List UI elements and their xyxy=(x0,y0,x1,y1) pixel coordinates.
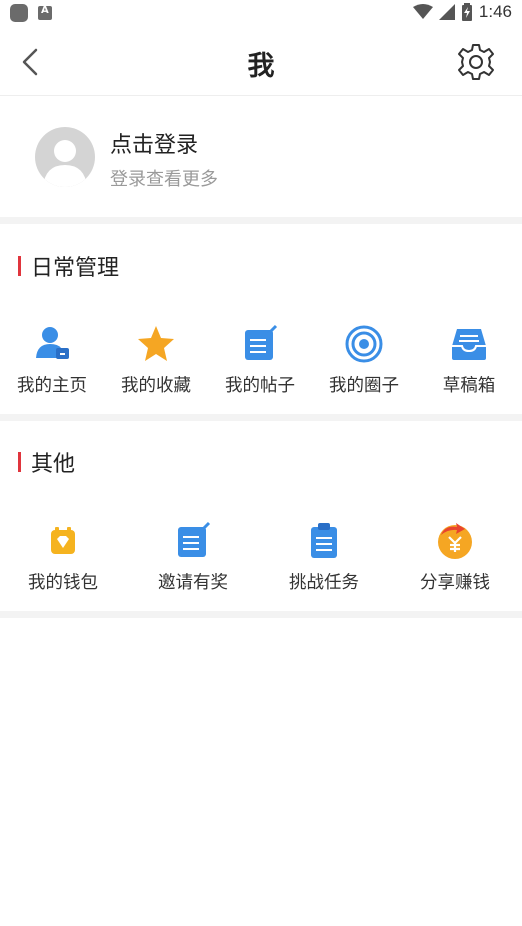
other-grid: 我的钱包 邀请有奖 挑战任务 分享赚钱 xyxy=(0,521,522,594)
status-time: 1:46 xyxy=(478,2,512,21)
a-letter-icon: A xyxy=(38,5,52,20)
section-divider xyxy=(0,217,522,224)
section-title: 日常管理 xyxy=(31,256,120,281)
login-subtitle: 登录查看更多 xyxy=(110,169,218,190)
user-home-icon xyxy=(36,327,69,359)
menu-item-drafts[interactable]: 草稿箱 xyxy=(416,324,522,397)
gear-icon[interactable] xyxy=(456,42,496,82)
menu-item-label: 我的圈子 xyxy=(329,376,399,396)
status-bar: A 1:46 xyxy=(0,0,522,28)
page-title: 我 xyxy=(247,51,275,82)
section-accent-bar xyxy=(18,452,21,472)
drafts-box-icon xyxy=(452,329,486,360)
login-title[interactable]: 点击登录 xyxy=(110,127,198,159)
post-edit-icon xyxy=(245,324,278,360)
wifi-icon xyxy=(412,4,433,19)
signal-icon xyxy=(438,4,455,20)
menu-item-label: 我的帖子 xyxy=(225,376,295,396)
star-icon xyxy=(138,326,174,361)
menu-item-my-circles[interactable]: 我的圈子 xyxy=(312,324,416,397)
menu-item-my-favorites[interactable]: 我的收藏 xyxy=(104,324,208,397)
menu-item-invite-reward[interactable]: 邀请有奖 xyxy=(126,521,260,594)
battery-icon xyxy=(461,3,472,21)
menu-item-label: 邀请有奖 xyxy=(158,573,228,593)
menu-item-label: 草稿箱 xyxy=(442,376,496,396)
section-title: 其他 xyxy=(31,452,76,477)
menu-item-my-posts[interactable]: 我的帖子 xyxy=(208,324,312,397)
clipboard-task-icon xyxy=(311,523,337,558)
section-header: 日常管理 xyxy=(18,250,119,282)
share-money-icon xyxy=(438,523,472,559)
menu-item-my-wallet[interactable]: 我的钱包 xyxy=(0,521,126,594)
daily-management-section: 日常管理 我的主页 我的收藏 我的帖子 我的圈子 草稿箱 xyxy=(0,224,522,414)
menu-item-share-earn[interactable]: 分享赚钱 xyxy=(388,521,522,594)
invite-edit-icon xyxy=(178,521,211,557)
wallet-icon xyxy=(51,527,75,554)
top-header: 我 xyxy=(0,28,522,96)
section-divider xyxy=(0,414,522,421)
login-card[interactable]: 点击登录 登录查看更多 xyxy=(0,97,522,217)
daily-grid: 我的主页 我的收藏 我的帖子 我的圈子 草稿箱 xyxy=(0,324,522,397)
other-section: 其他 我的钱包 邀请有奖 挑战任务 分享赚钱 xyxy=(0,421,522,611)
circle-target-icon xyxy=(345,325,383,363)
menu-item-my-homepage[interactable]: 我的主页 xyxy=(0,324,104,397)
app-icon xyxy=(10,4,28,22)
menu-item-label: 我的主页 xyxy=(17,376,87,396)
section-divider xyxy=(0,611,522,618)
menu-item-label: 我的收藏 xyxy=(121,376,191,396)
menu-item-label: 分享赚钱 xyxy=(420,573,490,593)
section-header: 其他 xyxy=(18,446,75,478)
avatar-person-icon xyxy=(43,140,87,187)
menu-item-label: 挑战任务 xyxy=(289,573,359,593)
menu-item-label: 我的钱包 xyxy=(28,573,98,593)
avatar[interactable] xyxy=(35,127,95,187)
menu-item-challenge-task[interactable]: 挑战任务 xyxy=(260,521,388,594)
section-accent-bar xyxy=(18,256,21,276)
